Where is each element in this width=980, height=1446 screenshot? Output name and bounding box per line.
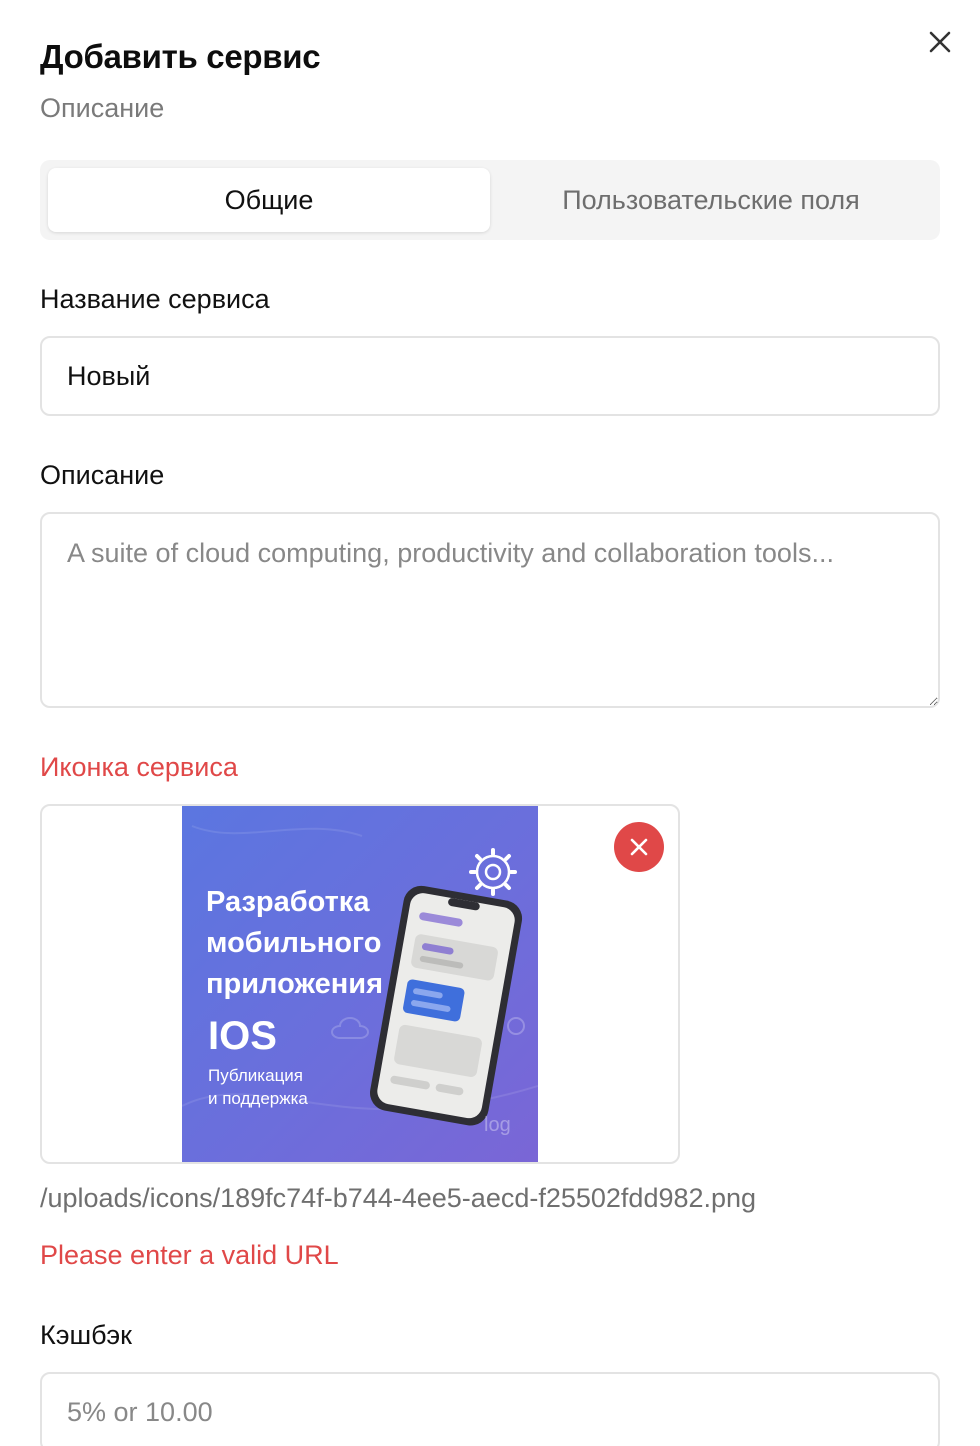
remove-icon-button[interactable] <box>614 822 664 872</box>
close-icon <box>929 31 951 53</box>
description-label: Описание <box>40 460 165 490</box>
preview-platform: IOS <box>208 1014 277 1058</box>
modal-title: Добавить сервис <box>40 38 321 75</box>
preview-subtitle-line1: Публикация <box>208 1066 304 1085</box>
tab-general[interactable]: Общие <box>48 168 490 232</box>
add-service-modal: Добавить сервис Описание Общие Пользоват… <box>0 0 980 1446</box>
service-name-label: Название сервиса <box>40 284 270 314</box>
icon-preview-image: Разработка мобильного приложения IOS Пуб… <box>182 806 538 1162</box>
preview-subtitle-line2: и поддержка <box>208 1089 308 1108</box>
tabs: Общие Пользовательские поля <box>40 160 940 240</box>
icon-file-path: /uploads/icons/189fc74f-b744-4ee5-aecd-f… <box>40 1183 757 1213</box>
service-icon-label: Иконка сервиса <box>40 752 238 782</box>
description-textarea[interactable] <box>40 512 940 708</box>
close-icon <box>630 838 648 856</box>
icon-upload-box[interactable]: Разработка мобильного приложения IOS Пуб… <box>40 804 680 1164</box>
preview-title: Разработка мобильного приложения <box>206 886 384 1000</box>
preview-subtitle: Публикация и поддержка <box>208 1064 388 1110</box>
icon-error-message: Please enter a valid URL <box>40 1240 339 1270</box>
tab-custom-fields[interactable]: Пользовательские поля <box>490 168 932 232</box>
cashback-label: Кэшбэк <box>40 1320 132 1350</box>
close-button[interactable] <box>922 24 958 60</box>
service-name-input[interactable] <box>40 336 940 416</box>
preview-watermark: log <box>484 1114 511 1136</box>
cashback-input[interactable] <box>40 1372 940 1446</box>
modal-subtitle: Описание <box>40 93 165 123</box>
